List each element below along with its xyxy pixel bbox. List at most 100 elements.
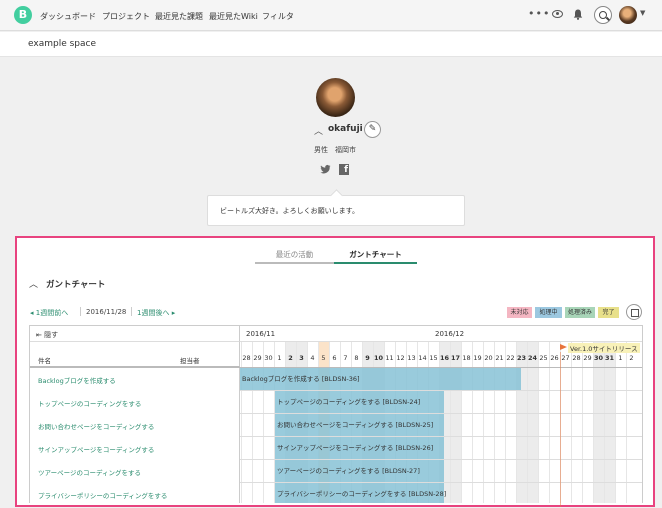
gantt-bar[interactable]: お問い合わせページをコーディングする [BLDSN-25] xyxy=(275,414,444,436)
profile-city: 福岡市 xyxy=(335,146,356,154)
day-number: 25 xyxy=(539,354,548,362)
month-label: 2016/12 xyxy=(435,330,465,338)
day-number: 13 xyxy=(407,354,416,362)
day-number: 22 xyxy=(506,354,515,362)
legend-closed: 完了 xyxy=(598,307,619,318)
issue-link[interactable]: プライバシーポリシーのコーディングをする xyxy=(38,490,167,500)
calendar-icon[interactable] xyxy=(626,304,642,320)
profile-gender: 男性 xyxy=(314,146,328,154)
row-label-cell: サインアップページをコーディングする xyxy=(30,437,240,460)
day-number: 27 xyxy=(561,354,570,362)
day-number: 28 xyxy=(572,354,581,362)
chevron-down-icon[interactable]: ▼ xyxy=(640,9,645,17)
chevron-up-icon[interactable]: ︿ xyxy=(29,277,38,290)
gantt-bar[interactable]: Backlogブログを作成する [BLDSN-36] xyxy=(240,368,521,390)
profile-username: okafuji xyxy=(328,124,363,134)
day-number: 24 xyxy=(527,354,538,362)
day-number: 11 xyxy=(385,354,394,362)
current-date: 2016/11/28 xyxy=(86,308,127,316)
facebook-icon[interactable]: f xyxy=(339,164,349,175)
tab-underline xyxy=(255,262,334,264)
gantt-bar[interactable]: プライバシーポリシーのコーディングをする [BLDSN-28] xyxy=(275,483,446,503)
day-number: 1 xyxy=(618,354,623,362)
nav-filter[interactable]: フィルタ xyxy=(262,11,294,22)
gantt-bar[interactable]: サインアップページをコーディングする [BLDSN-26] xyxy=(275,437,444,459)
day-number: 2 xyxy=(629,354,634,362)
table-row: ツアーページのコーディングをする [BLDSN-27] ツアーページのコーディング… xyxy=(30,460,642,483)
gantt-chart: 28 29 30 1 2 3 4 5 6 7 8 9 10 11 12 13 14 15 16 17 18 19 20 21 2… xyxy=(29,325,643,503)
profile-avatar xyxy=(316,78,355,117)
space-header: example space xyxy=(0,32,662,57)
backlog-logo[interactable]: B xyxy=(14,6,32,24)
gantt-heading: ガントチャート xyxy=(46,280,106,290)
gantt-bar[interactable]: トップページのコーディングをする [BLDSN-24] xyxy=(275,391,444,413)
column-assignee-header: 担当者 xyxy=(180,357,200,365)
issue-link[interactable]: お問い合わせページをコーディングする xyxy=(38,421,154,431)
day-number: 12 xyxy=(396,354,405,362)
day-number: 5 xyxy=(321,354,326,362)
user-avatar[interactable] xyxy=(619,6,637,24)
row-label-cell: トップページのコーディングをする xyxy=(30,391,240,414)
legend-resolved: 処理済み xyxy=(565,307,595,318)
watch-icon[interactable] xyxy=(552,10,563,18)
separator xyxy=(80,307,81,316)
milestone-line xyxy=(560,352,561,507)
hide-label: 隠す xyxy=(44,331,59,339)
day-number: 8 xyxy=(354,354,359,362)
column-name-header: 件名 xyxy=(38,357,51,365)
legend-open: 未対応 xyxy=(507,307,532,318)
nav-recent-wiki[interactable]: 最近見たWiki xyxy=(209,11,258,22)
issue-link[interactable]: サインアップページをコーディングする xyxy=(38,444,154,454)
issue-link[interactable]: Backlogブログを作成する xyxy=(38,375,116,385)
next-week-label: 1週間後へ xyxy=(137,309,170,317)
edit-profile-button[interactable]: ✎ xyxy=(364,121,381,138)
milestone-label[interactable]: Ver.1.0サイトリリース xyxy=(568,343,640,353)
space-name[interactable]: example space xyxy=(28,39,96,49)
day-number: 31 xyxy=(604,354,615,362)
issue-link[interactable]: ツアーページのコーディングをする xyxy=(38,467,141,477)
day-number: 3 xyxy=(299,354,304,362)
prev-week-link[interactable]: ◂ 1週間前へ xyxy=(30,308,68,318)
day-number: 23 xyxy=(516,354,527,362)
issue-link[interactable]: トップページのコーディングをする xyxy=(38,398,141,408)
day-number: 15 xyxy=(429,354,438,362)
day-number: 21 xyxy=(495,354,504,362)
collapse-left-icon: ⇤ xyxy=(36,331,42,339)
more-menu-icon[interactable]: ••• xyxy=(528,7,550,20)
twitter-icon[interactable] xyxy=(320,164,331,175)
day-number: 17 xyxy=(450,354,461,362)
nav-projects[interactable]: プロジェクト xyxy=(102,11,150,22)
prev-week-label: 1週間前へ xyxy=(35,309,69,317)
nav-recent-issues[interactable]: 最近見た課題 xyxy=(155,11,203,22)
day-number: 2 xyxy=(288,354,293,362)
row-label-cell: お問い合わせページをコーディングする xyxy=(30,414,240,437)
day-number: 4 xyxy=(310,354,315,362)
nav-dashboard[interactable]: ダッシュボード xyxy=(40,11,96,22)
tab-gantt-chart[interactable]: ガントチャート xyxy=(334,249,417,260)
next-week-link[interactable]: 1週間後へ ▸ xyxy=(137,308,175,318)
notification-bell-icon[interactable] xyxy=(573,9,583,20)
day-number: 1 xyxy=(277,354,282,362)
hide-toggle[interactable]: ⇤ 隠す xyxy=(30,326,240,342)
day-number: 18 xyxy=(462,354,471,362)
day-number: 7 xyxy=(343,354,348,362)
search-icon[interactable] xyxy=(594,6,612,24)
table-row: お問い合わせページをコーディングする [BLDSN-25] お問い合わせページをコ… xyxy=(30,414,642,437)
milestone-flag-icon xyxy=(560,344,567,350)
month-label: 2016/11 xyxy=(246,330,276,338)
day-number: 20 xyxy=(484,354,493,362)
row-label-cell: ツアーページのコーディングをする xyxy=(30,460,240,483)
table-row: サインアップページをコーディングする [BLDSN-26] サインアップページをコ… xyxy=(30,437,642,460)
day-number: 30 xyxy=(593,354,604,362)
tab-recent-activity[interactable]: 最近の活動 xyxy=(255,249,334,260)
day-number: 29 xyxy=(583,354,592,362)
gantt-bar[interactable]: ツアーページのコーディングをする [BLDSN-27] xyxy=(275,460,444,482)
table-row: プライバシーポリシーのコーディングをする [BLDSN-28] プライバシーポリシ… xyxy=(30,483,642,503)
separator xyxy=(131,307,132,316)
gantt-month-row: 2016/11 2016/12 xyxy=(240,326,642,342)
day-number: 19 xyxy=(473,354,482,362)
day-number: 26 xyxy=(550,354,559,362)
chevron-up-icon[interactable]: ︿ xyxy=(314,124,323,137)
day-number: 29 xyxy=(253,354,262,362)
day-number: 16 xyxy=(439,354,450,362)
